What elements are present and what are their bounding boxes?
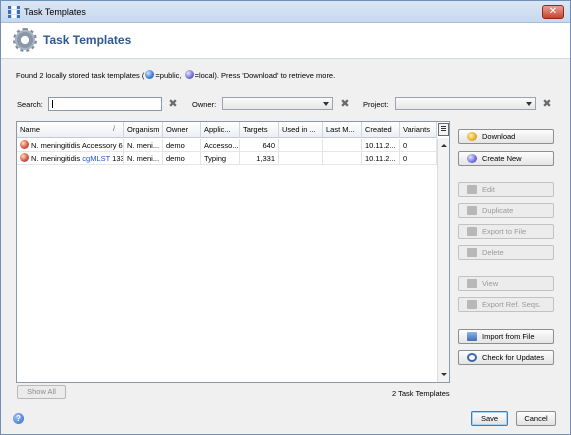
- info-prefix: Found 2 locally stored task templates (: [16, 71, 145, 80]
- duplicate-button[interactable]: Duplicate: [458, 203, 554, 218]
- cell-owner: demo: [163, 139, 201, 152]
- cell-owner: demo: [163, 152, 201, 165]
- column-header-targets[interactable]: Targets: [240, 122, 279, 138]
- cancel-button[interactable]: Cancel: [516, 411, 556, 426]
- check-updates-icon: [467, 353, 477, 362]
- view-icon: [467, 279, 477, 288]
- owner-select[interactable]: [222, 97, 333, 110]
- column-header-last-modified[interactable]: Last M...: [323, 122, 362, 138]
- column-header-application[interactable]: Applic...: [201, 122, 240, 138]
- duplicate-icon: [467, 206, 477, 215]
- template-count: 2 Task Templates: [392, 389, 450, 398]
- cell-organism: N. meni...: [124, 152, 163, 165]
- project-select[interactable]: [395, 97, 536, 110]
- task-templates-window: Task Templates ✕ Task Templates Found 2 …: [0, 0, 571, 435]
- download-icon: [467, 132, 477, 141]
- table-header: Name / Organism Owner Applic... Targets …: [17, 122, 437, 138]
- cell-application: Typing: [201, 152, 240, 165]
- edit-button[interactable]: Edit: [458, 182, 554, 197]
- cell-last-modified: [323, 139, 362, 152]
- import-icon: [467, 332, 477, 341]
- info-message: Found 2 locally stored task templates ( =…: [16, 70, 335, 80]
- sort-indicator-icon: /: [113, 126, 115, 133]
- table-row[interactable]: N. meningitidis Accessory 6 N. meni... d…: [17, 139, 437, 152]
- project-label: Project:: [363, 100, 389, 109]
- public-globe-icon: [145, 70, 155, 79]
- chevron-down-icon: [526, 102, 532, 106]
- template-globe-icon: [20, 153, 29, 162]
- create-new-button[interactable]: Create New: [458, 151, 554, 166]
- export-ref-icon: [467, 300, 477, 309]
- cell-variants: 0: [400, 139, 437, 152]
- cell-used-in: [279, 152, 323, 165]
- export-to-file-button[interactable]: Export to File: [458, 224, 554, 239]
- show-all-button[interactable]: Show All: [17, 385, 66, 399]
- app-grid-icon: [8, 6, 20, 18]
- column-header-name[interactable]: Name /: [17, 122, 124, 138]
- column-chooser-button[interactable]: [438, 123, 449, 136]
- clear-search-icon[interactable]: ✖: [168, 99, 178, 110]
- download-button[interactable]: Download: [458, 129, 554, 144]
- column-header-owner[interactable]: Owner: [163, 122, 201, 138]
- clear-owner-icon[interactable]: ✖: [340, 99, 350, 110]
- delete-button[interactable]: Delete: [458, 245, 554, 260]
- cell-application: Accesso...: [201, 139, 240, 152]
- column-header-created[interactable]: Created: [362, 122, 400, 138]
- edit-icon: [467, 185, 477, 194]
- gear-icon: [13, 28, 37, 52]
- scroll-down-icon[interactable]: [441, 373, 447, 376]
- create-new-icon: [467, 154, 477, 163]
- cell-organism: N. meni...: [124, 139, 163, 152]
- cell-name-link: cgMLST: [82, 154, 111, 163]
- save-button[interactable]: Save: [471, 411, 508, 426]
- scroll-up-icon[interactable]: [441, 144, 447, 147]
- info-local-label: =local). Press 'Download' to retrieve mo…: [194, 71, 336, 80]
- window-title: Task Templates: [24, 7, 86, 17]
- template-globe-icon: [20, 140, 29, 149]
- cell-last-modified: [323, 152, 362, 165]
- page-title: Task Templates: [43, 33, 132, 47]
- cell-name: N. meningitidis cgMLST 133: [17, 152, 124, 165]
- clear-project-icon[interactable]: ✖: [542, 99, 552, 110]
- cell-used-in: [279, 139, 323, 152]
- import-from-file-button[interactable]: Import from File: [458, 329, 554, 344]
- cell-variants: 0: [400, 152, 437, 165]
- header-band: Task Templates: [1, 23, 570, 59]
- chevron-down-icon: [323, 102, 329, 106]
- owner-label: Owner:: [192, 100, 217, 109]
- help-icon[interactable]: ?: [13, 413, 24, 424]
- cell-created: 10.11.2...: [362, 139, 400, 152]
- cell-targets: 640: [240, 139, 279, 152]
- title-bar[interactable]: Task Templates ✕: [1, 1, 570, 23]
- export-ref-seqs-button[interactable]: Export Ref. Seqs.: [458, 297, 554, 312]
- view-button[interactable]: View: [458, 276, 554, 291]
- column-header-used-in[interactable]: Used in ...: [279, 122, 323, 138]
- table-row[interactable]: N. meningitidis cgMLST 133 N. meni... de…: [17, 152, 437, 165]
- export-icon: [467, 227, 477, 236]
- search-label: Search:: [17, 100, 43, 109]
- cell-name: N. meningitidis Accessory 6: [17, 139, 124, 152]
- check-for-updates-button[interactable]: Check for Updates: [458, 350, 554, 365]
- delete-icon: [467, 248, 477, 257]
- text-caret: [52, 100, 53, 108]
- info-public-label: =public,: [155, 71, 184, 80]
- templates-table: Name / Organism Owner Applic... Targets …: [16, 121, 450, 383]
- column-header-variants[interactable]: Variants: [400, 122, 437, 138]
- vertical-scrollbar[interactable]: [437, 138, 449, 382]
- cell-targets: 1,331: [240, 152, 279, 165]
- local-globe-icon: [184, 70, 194, 79]
- column-header-organism[interactable]: Organism: [124, 122, 163, 138]
- cell-created: 10.11.2...: [362, 152, 400, 165]
- close-button[interactable]: ✕: [542, 5, 564, 19]
- search-input[interactable]: [48, 97, 162, 111]
